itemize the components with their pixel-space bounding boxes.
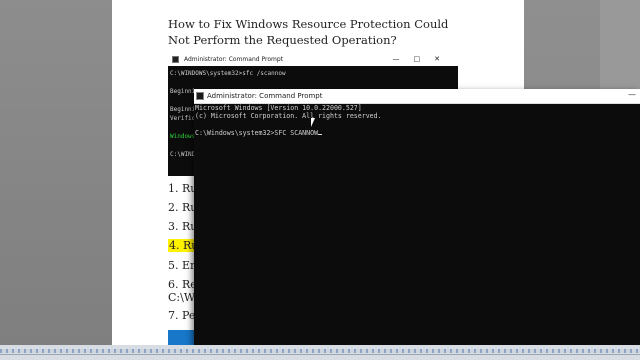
article-heading: How to Fix Windows Resource Protection C… [168,17,449,47]
console-icon [172,56,179,63]
mouse-pointer-icon [311,118,315,127]
embedded-line: Verific [170,115,196,122]
step-2: 2. Ru [168,201,198,214]
cmd-console-output[interactable]: Microsoft Windows [Version 10.0.22000.52… [195,104,382,137]
embedded-line: Windows [170,133,196,140]
embedded-window-controls: —□✕ [392,55,454,63]
embedded-line: Beginni [170,88,196,95]
taskbar[interactable] [0,345,640,360]
cmd-version-line: Microsoft Windows [Version 10.0.22000.52… [195,104,362,112]
step-1: 1. Ru [168,182,198,195]
console-icon [196,92,204,100]
desktop-background-patch [600,0,640,90]
embedded-cmd-titlebar: Administrator: Command Prompt —□✕ [168,53,458,66]
cmd-titlebar[interactable]: Administrator: Command Prompt — [194,89,640,104]
embedded-cmd-title: Administrator: Command Prompt [184,56,283,63]
taskbar-divider [0,354,640,355]
embedded-line: Beginni [170,106,196,113]
cmd-window-title: Administrator: Command Prompt [207,92,323,100]
command-prompt-window[interactable]: Administrator: Command Prompt — Microsof… [194,89,640,345]
step-3: 3. Ru [168,220,198,233]
taskbar-strip [0,349,640,353]
cmd-prompt-line[interactable]: C:\Windows\system32>SFC SCANNOW [195,129,318,137]
text-cursor [318,133,323,135]
minimize-button[interactable]: — [628,89,636,101]
cmd-copyright-line: (c) Microsoft Corporation. All rights re… [195,112,382,121]
desktop-background-left [0,0,112,345]
embedded-line: C:\WINDOWS\system32>sfc /scannow [170,70,286,77]
